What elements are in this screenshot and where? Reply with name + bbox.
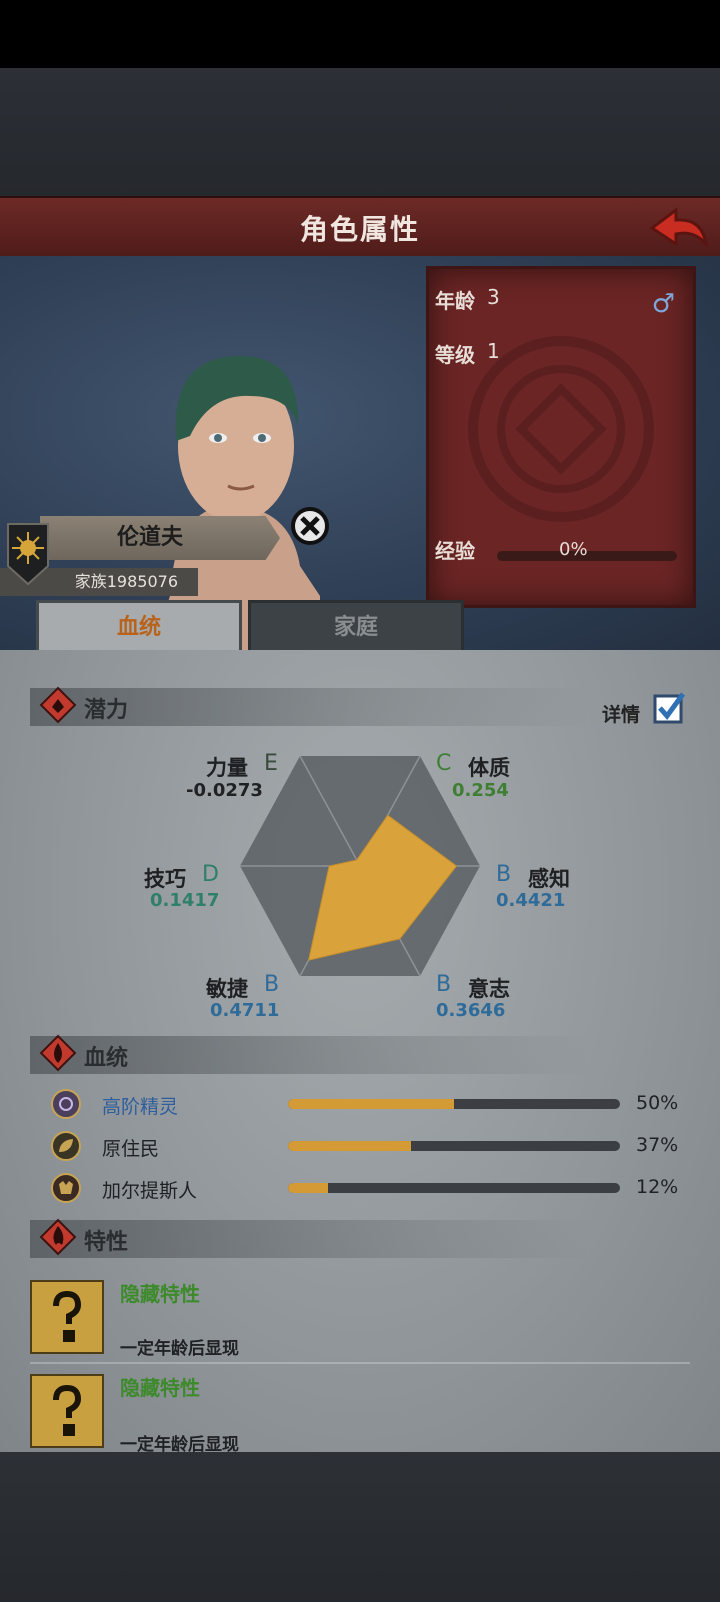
stat-agility-name: 敏捷 (206, 977, 248, 1001)
stat-perception-value: 0.4421 (496, 890, 566, 911)
character-name: 伦道夫 (116, 525, 183, 550)
rename-close-icon[interactable] (290, 506, 330, 546)
question-mark-icon (53, 1384, 82, 1436)
bloodline-name: 原住民 (102, 1138, 160, 1160)
elf-icon (51, 1089, 81, 1119)
bloodline-percent: 12% (636, 1176, 679, 1198)
potential-icon (39, 686, 77, 724)
bottom-background (0, 1452, 720, 1602)
stat-perception-grade: B (496, 862, 512, 887)
bloodline-section-header: 血统 (30, 1034, 590, 1074)
bloodline-percent: 37% (636, 1134, 679, 1156)
tab-family[interactable]: 家庭 (248, 600, 464, 656)
stat-will-name: 意志 (468, 977, 510, 1001)
stat-constitution-value: 0.254 (452, 780, 509, 801)
bloodline-name: 加尔提斯人 (102, 1180, 198, 1202)
stat-skill-name: 技巧 (144, 867, 186, 891)
stat-skill-value: 0.1417 (150, 890, 220, 911)
trait-description: 一定年龄后显现 (120, 1339, 239, 1359)
exp-label: 经验 (435, 539, 475, 563)
stat-strength-value: -0.0273 (186, 780, 263, 801)
stat-constitution-name: 体质 (468, 756, 510, 780)
traits-section-header: 特性 (30, 1218, 590, 1258)
stat-strength-name: 力量 (206, 756, 248, 780)
potential-title: 潜力 (84, 698, 129, 723)
detail-label: 详情 (602, 704, 641, 726)
leaf-icon (51, 1131, 81, 1161)
hidden-trait-icon[interactable] (30, 1280, 104, 1354)
stat-will-value: 0.3646 (436, 1000, 506, 1021)
question-mark-icon (53, 1290, 82, 1342)
male-icon: ♂ (651, 289, 675, 319)
stat-agility-grade: B (264, 972, 280, 997)
stat-perception-name: 感知 (528, 867, 570, 891)
level-value: 1 (487, 339, 500, 363)
trait-divider (30, 1362, 690, 1364)
trait-name: 隐藏特性 (120, 1282, 200, 1306)
page-title: 角色属性 (299, 213, 420, 246)
traits-title: 特性 (84, 1230, 129, 1255)
hidden-trait-icon[interactable] (30, 1374, 104, 1448)
flame-icon (39, 1218, 77, 1256)
bloodline-title: 血统 (84, 1046, 129, 1071)
blood-drop-icon (39, 1034, 77, 1072)
age-value: 3 (487, 285, 500, 309)
stat-skill-grade: D (202, 862, 219, 887)
bloodline-bar (288, 1099, 620, 1109)
potential-section-header: 潜力 (30, 686, 590, 726)
bloodline-bar (288, 1183, 620, 1193)
tab-bloodline[interactable]: 血统 (36, 600, 242, 653)
status-bar (0, 0, 720, 68)
stat-strength-grade: E (264, 751, 278, 776)
trait-name: 隐藏特性 (120, 1376, 200, 1400)
age-label: 年龄 (435, 289, 475, 313)
level-label: 等级 (435, 343, 475, 367)
bloodline-bar (288, 1141, 620, 1151)
bloodline-percent: 50% (636, 1092, 679, 1114)
stat-will-grade: B (436, 972, 452, 997)
stat-agility-value: 0.4711 (210, 1000, 280, 1021)
beast-icon (51, 1173, 81, 1203)
back-arrow-icon[interactable] (646, 204, 710, 252)
detail-checkbox[interactable] (652, 690, 686, 724)
sun-crest-icon (7, 523, 49, 586)
stat-constitution-grade: C (436, 751, 452, 776)
bloodline-name: 高阶精灵 (102, 1096, 179, 1118)
background-top (0, 68, 720, 196)
info-panel: 年龄 3 ♂ 等级 1 经验 0% (426, 266, 696, 608)
header-bar: 角色属性 (0, 196, 720, 262)
exp-value: 0% (559, 539, 588, 560)
